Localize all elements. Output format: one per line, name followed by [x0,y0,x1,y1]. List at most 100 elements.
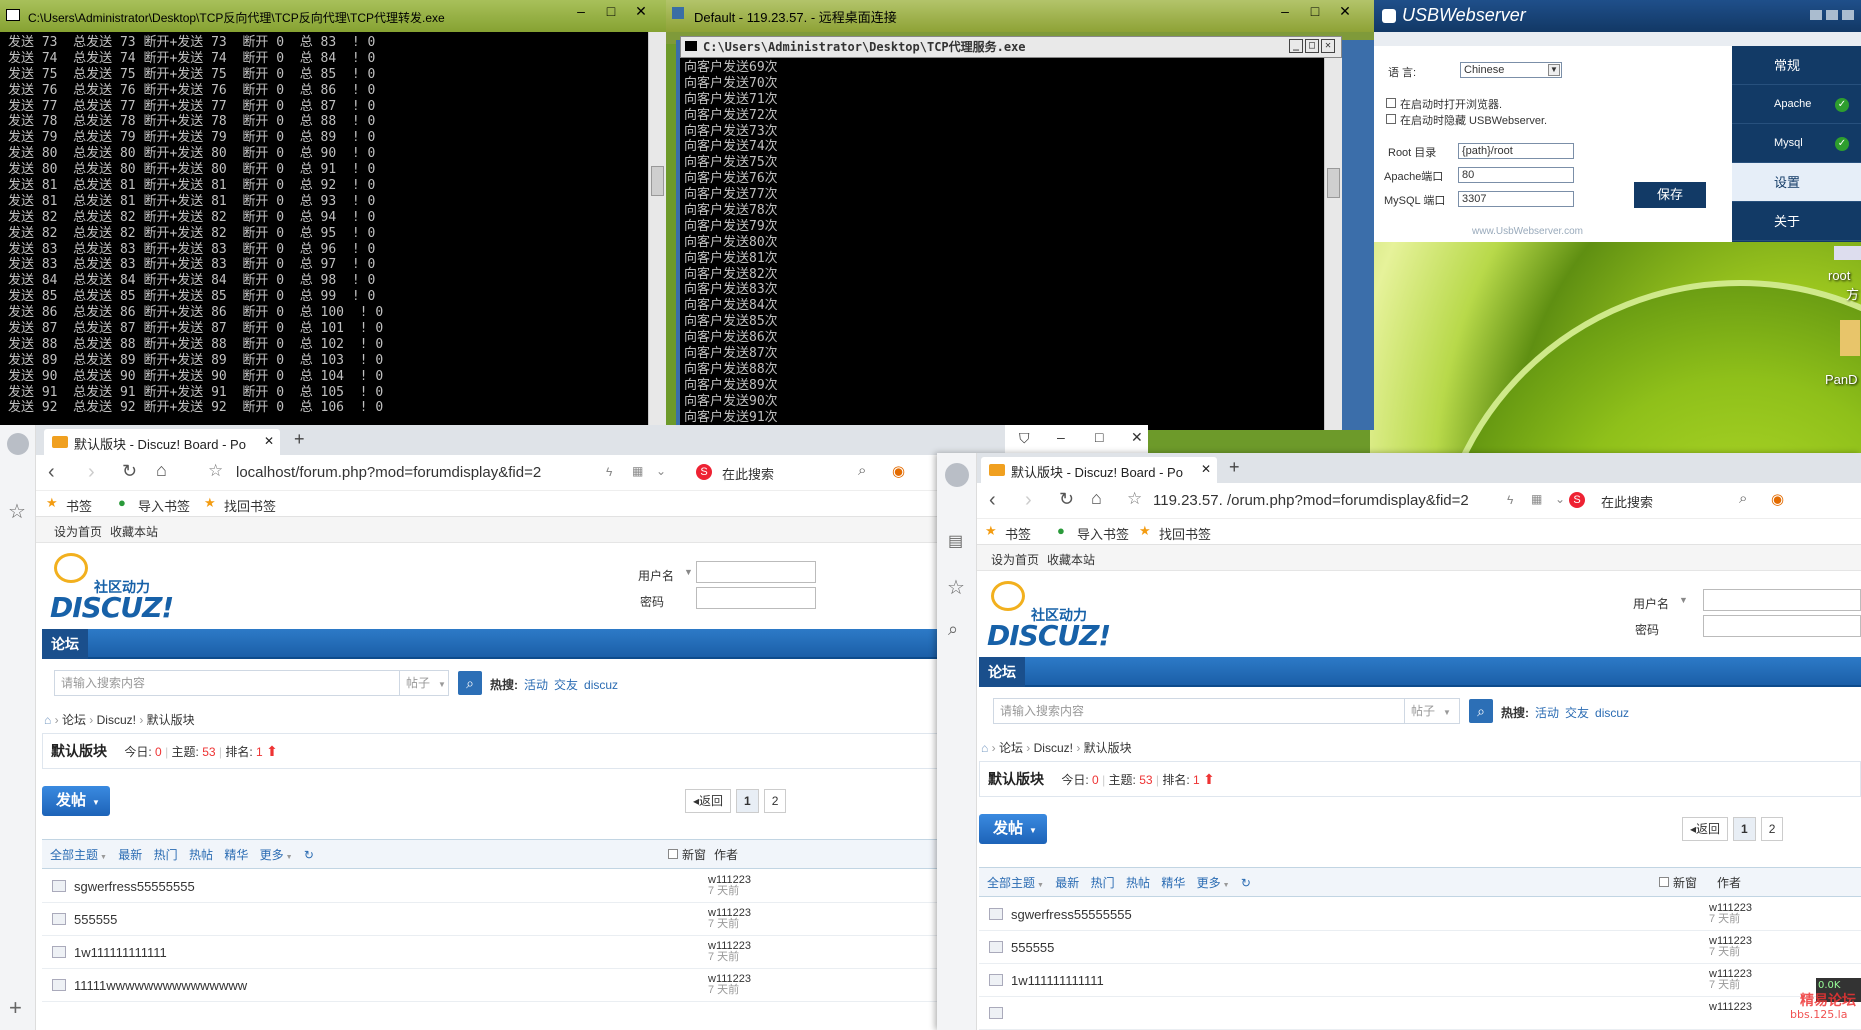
logo[interactable]: DISCUZ! [987,619,1111,652]
bookmark-item[interactable]: 导入书签 [1077,524,1129,543]
bookmark-item[interactable]: 书签 [66,496,92,515]
search-type-select[interactable]: 帖子 ▼ [399,670,449,696]
search-engine-label[interactable]: 在此搜索 [722,464,774,483]
filter-more[interactable]: 更多 ▼ [1197,876,1230,890]
minimize-icon[interactable] [1810,10,1822,20]
qr-icon[interactable]: ▦ [632,464,643,478]
thread-title[interactable]: 1w111111111111 [1011,973,1104,988]
close-icon[interactable]: ✕ [630,4,652,20]
console1-scrollbar[interactable] [648,32,666,430]
set-home-link[interactable]: 设为首页 [991,551,1039,568]
desktop-icon-label-pand[interactable]: PanD [1825,372,1858,387]
maximize-icon[interactable]: □ [600,4,622,20]
filter-more[interactable]: 更多 ▼ [260,848,293,862]
game-icon[interactable]: ◉ [1771,490,1784,508]
desktop-icon-label[interactable]: root [1828,268,1850,283]
sidebar-item-mysql[interactable]: Mysql ✓ [1732,124,1861,163]
home-icon[interactable]: ⌂ [1091,488,1102,509]
scroll-thumb[interactable] [651,166,664,196]
breadcrumb-item[interactable]: Discuz! [1034,741,1073,755]
hot-link[interactable]: 活动 [524,678,548,692]
add-icon[interactable]: + [9,995,22,1021]
breadcrumb-item[interactable]: 论坛 [999,741,1023,755]
back-icon[interactable]: ‹ [48,461,55,484]
page-2[interactable]: 2 [1760,817,1784,841]
username-input[interactable] [696,561,816,583]
skin-icon[interactable]: ⛉ [1019,430,1030,447]
breadcrumb-item[interactable]: 默认版块 [1084,741,1132,755]
scroll-thumb[interactable] [1327,168,1340,198]
thread-title[interactable]: sgwerfress55555555 [74,879,195,894]
search-engine-icon[interactable]: S [1569,492,1585,508]
bookmark-item[interactable]: 书签 [1005,524,1031,543]
logo[interactable]: DISCUZ! [50,591,174,624]
maximize-icon[interactable]: □ [1305,39,1319,53]
filter-all[interactable]: 全部主题 ▼ [50,848,107,862]
hot-link[interactable]: 交友 [1565,706,1589,720]
back-icon[interactable]: ‹ [989,489,996,512]
console1-titlebar[interactable]: C:\Users\Administrator\Desktop\TCP反向代理\T… [0,0,666,32]
page-1[interactable]: 1 [736,789,759,813]
thread-title[interactable]: 1w111111111111 [74,945,167,960]
maximize-icon[interactable]: □ [1304,4,1326,20]
hot-link[interactable]: discuz [584,678,618,692]
minimize-icon[interactable]: – [1274,4,1296,20]
back-button[interactable]: ◂返回 [1682,817,1729,841]
usb-footer-link[interactable]: www.UsbWebserver.com [1472,226,1583,237]
filter-hot[interactable]: 热门 [154,848,178,862]
reader-icon[interactable]: ▤ [948,531,963,551]
password-input[interactable] [696,587,816,609]
search-button[interactable]: ⌕ [1469,699,1493,723]
sidebar-item-about[interactable]: 关于 [1732,202,1861,241]
search-icon[interactable]: ⌕ [948,619,958,640]
dropdown-icon[interactable]: ⌄ [656,464,666,478]
table-row[interactable]: sgwerfress55555555 w111223 7 天前 [979,898,1861,931]
search-icon[interactable]: ⌕ [858,462,866,479]
search-engine-icon[interactable]: S [696,464,712,480]
refresh-icon[interactable]: ↻ [1059,489,1074,510]
maximize-icon[interactable] [1826,10,1838,20]
qr-icon[interactable]: ▦ [1531,492,1542,506]
breadcrumb-item[interactable]: Discuz! [97,713,136,727]
thread-title[interactable]: 555555 [74,912,117,927]
refresh-icon[interactable]: ↻ [1241,876,1251,890]
minimize-icon[interactable]: – [1057,429,1065,445]
filter-digest[interactable]: 精华 [1161,876,1185,890]
breadcrumb-item[interactable]: 论坛 [62,713,86,727]
search-input[interactable]: 请输入搜索内容 [54,670,400,696]
avatar[interactable] [945,463,969,487]
address-bar[interactable]: 119.23.57. /orum.php?mod=forumdisplay&fi… [1153,488,1493,514]
author-name[interactable]: w111223 [1709,1002,1752,1013]
filter-latest[interactable]: 最新 [1055,876,1079,890]
language-select[interactable]: Chinese [1460,62,1562,78]
hot-link[interactable]: 活动 [1535,706,1559,720]
close-tab-icon[interactable]: ✕ [264,434,274,448]
search-button[interactable]: ⌕ [458,671,482,695]
chevron-down-icon[interactable]: ▼ [1679,595,1688,605]
refresh-icon[interactable]: ↻ [122,461,137,482]
password-input[interactable] [1703,615,1861,637]
new-window-checkbox[interactable] [1659,877,1669,887]
close-icon[interactable]: ✕ [1131,429,1143,446]
mysql-port-input[interactable]: 3307 [1458,191,1574,207]
close-icon[interactable] [1842,10,1854,20]
close-tab-icon[interactable]: ✕ [1201,462,1211,476]
bookmark-item[interactable]: 导入书签 [138,496,190,515]
folder-icon[interactable] [1840,320,1860,356]
home-icon[interactable]: ⌂ [44,713,51,727]
nav-item-forum[interactable]: 论坛 [979,657,1025,687]
breadcrumb-item[interactable]: 默认版块 [147,713,195,727]
thread-title[interactable]: 11111wwwwwwwwwwwwwww [74,978,247,993]
home-icon[interactable]: ⌂ [981,741,988,755]
page-1[interactable]: 1 [1733,817,1756,841]
filter-hot[interactable]: 热门 [1091,876,1115,890]
lightning-icon[interactable]: ϟ [1507,493,1513,507]
refresh-icon[interactable]: ↻ [304,848,314,862]
tab-active[interactable]: 默认版块 - Discuz! Board - Powered ✕ [44,429,280,455]
maximize-icon[interactable]: □ [1095,429,1103,445]
favorite-link[interactable]: 收藏本站 [110,523,158,540]
table-row[interactable]: 1w111111111111 w111223 7 天前 [979,964,1861,997]
page-2[interactable]: 2 [763,789,787,813]
search-icon[interactable]: ⌕ [1739,490,1747,507]
home-icon[interactable]: ⌂ [156,460,167,481]
